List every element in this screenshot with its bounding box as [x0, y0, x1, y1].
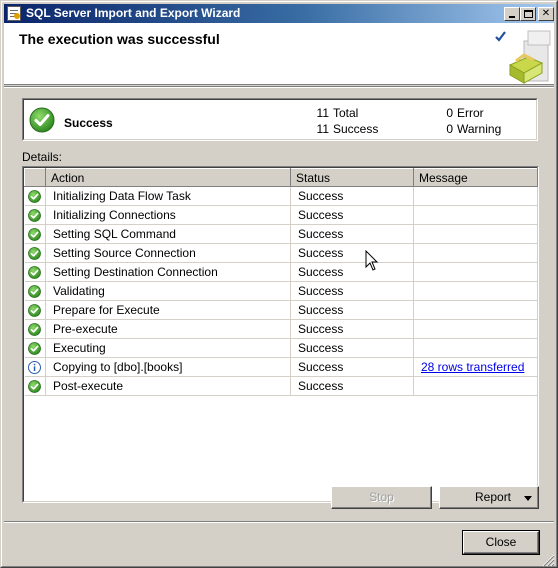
- message-link[interactable]: 28 rows transferred: [421, 360, 524, 374]
- table-row[interactable]: Validating Success: [24, 281, 538, 301]
- action-cell: Initializing Connections: [45, 205, 291, 225]
- status-cell: Success: [290, 376, 414, 396]
- table-row[interactable]: Setting SQL Command Success: [24, 224, 538, 244]
- success-check-icon: [28, 265, 42, 280]
- minimize-button[interactable]: [504, 7, 520, 21]
- title-bar[interactable]: SQL Server Import and Export Wizard ✕: [4, 4, 554, 23]
- status-cell: Success: [290, 186, 414, 206]
- report-button[interactable]: Report: [439, 486, 539, 509]
- maximize-button[interactable]: [520, 7, 536, 21]
- success-check-icon: [28, 341, 42, 356]
- message-cell: [413, 281, 538, 301]
- table-row[interactable]: Post-execute Success: [24, 376, 538, 396]
- message-cell: [413, 243, 538, 263]
- success-check-icon: [28, 189, 42, 204]
- success-stat: 11 Success: [316, 122, 379, 136]
- status-cell: Success: [290, 205, 414, 225]
- header-separator: [4, 86, 554, 88]
- message-cell: [413, 338, 538, 358]
- dropdown-arrow-icon: [524, 496, 532, 501]
- column-header-status[interactable]: Status: [290, 168, 414, 187]
- success-check-icon: [28, 246, 42, 261]
- maximize-icon: [524, 10, 533, 18]
- table-row[interactable]: Executing Success: [24, 338, 538, 358]
- resize-grip-icon[interactable]: [541, 553, 555, 567]
- success-check-icon: [28, 379, 42, 394]
- action-cell: Copying to [dbo].[books]: [45, 357, 291, 377]
- table-row[interactable]: Initializing Data Flow Task Success: [24, 186, 538, 206]
- window-title: SQL Server Import and Export Wizard: [26, 6, 241, 20]
- table-row[interactable]: Pre-execute Success: [24, 319, 538, 339]
- status-cell: Success: [290, 319, 414, 339]
- status-cell: Success: [290, 281, 414, 301]
- wizard-window: SQL Server Import and Export Wizard ✕ Th…: [0, 0, 558, 568]
- minimize-icon: [509, 16, 515, 18]
- stop-button[interactable]: Stop: [331, 486, 432, 509]
- action-cell: Validating: [45, 281, 291, 301]
- app-icon[interactable]: [7, 6, 21, 21]
- message-cell: [413, 205, 538, 225]
- success-check-icon: [28, 208, 42, 223]
- close-icon: ✕: [541, 8, 551, 19]
- mouse-cursor-icon: [365, 250, 379, 271]
- table-row[interactable]: Initializing Connections Success: [24, 205, 538, 225]
- column-header-icon[interactable]: [24, 168, 46, 187]
- message-cell: [413, 300, 538, 320]
- table-body: Initializing Data Flow Task Success Initia…: [24, 186, 538, 396]
- column-header-action[interactable]: Action: [45, 168, 291, 187]
- table-row[interactable]: Copying to [dbo].[books] Success 28 rows t…: [24, 357, 538, 377]
- message-cell: 28 rows transferred: [413, 357, 538, 377]
- status-cell: Success: [290, 243, 414, 263]
- status-cell: Success: [290, 262, 414, 282]
- summary-panel: Success 11 Total 11 Success 0 Error 0 Warnin…: [22, 98, 538, 141]
- action-cell: Setting Destination Connection: [45, 262, 291, 282]
- action-cell: Initializing Data Flow Task: [45, 186, 291, 206]
- message-cell: [413, 262, 538, 282]
- message-cell: [413, 376, 538, 396]
- close-window-button[interactable]: ✕: [538, 7, 554, 21]
- info-icon: [28, 360, 42, 375]
- column-header-message[interactable]: Message: [413, 168, 538, 187]
- warning-stat: 0 Warning: [446, 122, 502, 136]
- details-grid[interactable]: Action Status Message Initializing Data …: [22, 166, 539, 503]
- action-cell: Pre-execute: [45, 319, 291, 339]
- action-cell: Prepare for Execute: [45, 300, 291, 320]
- total-stat: 11 Total: [316, 106, 359, 120]
- page-title: The execution was successful: [19, 31, 220, 47]
- action-cell: Post-execute: [45, 376, 291, 396]
- table-header-row: Action Status Message: [24, 168, 538, 187]
- message-cell: [413, 224, 538, 244]
- error-stat: 0 Error: [446, 106, 484, 120]
- status-cell: Success: [290, 224, 414, 244]
- success-check-icon: [29, 107, 55, 133]
- message-cell: [413, 319, 538, 339]
- action-cell: Executing: [45, 338, 291, 358]
- report-label: Report: [475, 490, 512, 504]
- status-cell: Success: [290, 357, 414, 377]
- success-check-icon: [28, 322, 42, 337]
- table-row[interactable]: Prepare for Execute Success: [24, 300, 538, 320]
- status-cell: Success: [290, 338, 414, 358]
- success-check-icon: [28, 303, 42, 318]
- table-row[interactable]: Setting Source Connection Success: [24, 243, 538, 263]
- status-cell: Success: [290, 300, 414, 320]
- details-label: Details:: [22, 150, 63, 164]
- success-check-icon: [28, 227, 42, 242]
- header-panel: The execution was successful: [4, 23, 554, 85]
- action-cell: Setting Source Connection: [45, 243, 291, 263]
- message-cell: [413, 186, 538, 206]
- footer-separator: [4, 521, 554, 523]
- action-cell: Setting SQL Command: [45, 224, 291, 244]
- success-check-icon: [28, 284, 42, 299]
- summary-status: Success: [64, 116, 113, 130]
- table-row[interactable]: Setting Destination Connection Success: [24, 262, 538, 282]
- close-button[interactable]: Close: [462, 530, 540, 555]
- details-table: Action Status Message Initializing Data …: [24, 168, 538, 396]
- wizard-header-graphic-icon: [495, 30, 551, 84]
